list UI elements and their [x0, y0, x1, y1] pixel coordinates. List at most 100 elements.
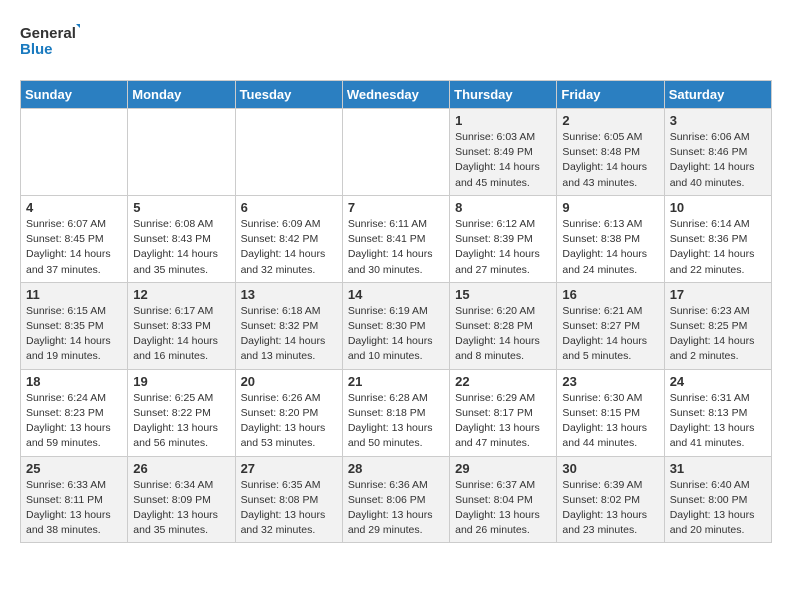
day-number: 6 [241, 200, 337, 215]
calendar-cell: 11 Sunrise: 6:15 AMSunset: 8:35 PMDayligh… [21, 282, 128, 369]
weekday-header-saturday: Saturday [664, 81, 771, 109]
calendar-cell: 28 Sunrise: 6:36 AMSunset: 8:06 PMDayligh… [342, 456, 449, 543]
day-number: 15 [455, 287, 551, 302]
calendar-cell: 20Sunrise: 6:26 AMSunset: 8:20 PMDayligh… [235, 369, 342, 456]
day-info: Sunrise: 6:40 AMSunset: 8:00 PMDaylight:… [670, 478, 766, 539]
day-info: Sunrise: 6:33 AMSunset: 8:11 PMDaylight:… [26, 478, 122, 539]
calendar-week-row: 18 Sunrise: 6:24 AMSunset: 8:23 PMDayligh… [21, 369, 772, 456]
day-number: 12 [133, 287, 229, 302]
page-header: General Blue [20, 20, 772, 64]
day-info: Sunrise: 6:28 AMSunset: 8:18 PMDaylight:… [348, 391, 444, 452]
weekday-header-row: SundayMondayTuesdayWednesdayThursdayFrid… [21, 81, 772, 109]
day-number: 31 [670, 461, 766, 476]
calendar-cell: 12 Sunrise: 6:17 AMSunset: 8:33 PMDayligh… [128, 282, 235, 369]
day-number: 21 [348, 374, 444, 389]
day-info: Sunrise: 6:36 AMSunset: 8:06 PMDaylight:… [348, 478, 444, 539]
day-info: Sunrise: 6:30 AMSunset: 8:15 PMDaylight:… [562, 391, 658, 452]
day-number: 19 [133, 374, 229, 389]
day-number: 8 [455, 200, 551, 215]
day-number: 9 [562, 200, 658, 215]
day-number: 29 [455, 461, 551, 476]
calendar-cell [128, 109, 235, 196]
weekday-header-friday: Friday [557, 81, 664, 109]
day-info: Sunrise: 6:31 AMSunset: 8:13 PMDaylight:… [670, 391, 766, 452]
calendar-week-row: 4 Sunrise: 6:07 AMSunset: 8:45 PMDaylight… [21, 195, 772, 282]
day-number: 4 [26, 200, 122, 215]
day-number: 13 [241, 287, 337, 302]
day-number: 17 [670, 287, 766, 302]
day-info: Sunrise: 6:23 AMSunset: 8:25 PMDaylight:… [670, 304, 766, 365]
day-info: Sunrise: 6:26 AMSunset: 8:20 PMDaylight:… [241, 391, 337, 452]
day-info: Sunrise: 6:24 AMSunset: 8:23 PMDaylight:… [26, 391, 122, 452]
calendar-cell: 22 Sunrise: 6:29 AMSunset: 8:17 PMDayligh… [450, 369, 557, 456]
day-info: Sunrise: 6:17 AMSunset: 8:33 PMDaylight:… [133, 304, 229, 365]
calendar-cell: 8 Sunrise: 6:12 AMSunset: 8:39 PMDaylight… [450, 195, 557, 282]
weekday-header-wednesday: Wednesday [342, 81, 449, 109]
calendar-cell: 30Sunrise: 6:39 AMSunset: 8:02 PMDayligh… [557, 456, 664, 543]
calendar-cell: 13 Sunrise: 6:18 AMSunset: 8:32 PMDayligh… [235, 282, 342, 369]
day-info: Sunrise: 6:11 AMSunset: 8:41 PMDaylight:… [348, 217, 444, 278]
calendar-cell: 14Sunrise: 6:19 AMSunset: 8:30 PMDayligh… [342, 282, 449, 369]
day-number: 11 [26, 287, 122, 302]
calendar-table: SundayMondayTuesdayWednesdayThursdayFrid… [20, 80, 772, 543]
calendar-cell: 7Sunrise: 6:11 AMSunset: 8:41 PMDaylight… [342, 195, 449, 282]
day-number: 1 [455, 113, 551, 128]
day-info: Sunrise: 6:05 AMSunset: 8:48 PMDaylight:… [562, 130, 658, 191]
calendar-cell: 5 Sunrise: 6:08 AMSunset: 8:43 PMDaylight… [128, 195, 235, 282]
day-number: 14 [348, 287, 444, 302]
day-number: 27 [241, 461, 337, 476]
calendar-week-row: 1Sunrise: 6:03 AMSunset: 8:49 PMDaylight… [21, 109, 772, 196]
day-number: 22 [455, 374, 551, 389]
calendar-cell: 16Sunrise: 6:21 AMSunset: 8:27 PMDayligh… [557, 282, 664, 369]
calendar-cell: 26 Sunrise: 6:34 AMSunset: 8:09 PMDayligh… [128, 456, 235, 543]
day-number: 10 [670, 200, 766, 215]
calendar-cell [342, 109, 449, 196]
calendar-cell: 24 Sunrise: 6:31 AMSunset: 8:13 PMDayligh… [664, 369, 771, 456]
day-info: Sunrise: 6:35 AMSunset: 8:08 PMDaylight:… [241, 478, 337, 539]
day-info: Sunrise: 6:09 AMSunset: 8:42 PMDaylight:… [241, 217, 337, 278]
day-number: 3 [670, 113, 766, 128]
day-info: Sunrise: 6:12 AMSunset: 8:39 PMDaylight:… [455, 217, 551, 278]
calendar-cell: 4 Sunrise: 6:07 AMSunset: 8:45 PMDaylight… [21, 195, 128, 282]
day-info: Sunrise: 6:18 AMSunset: 8:32 PMDaylight:… [241, 304, 337, 365]
day-number: 28 [348, 461, 444, 476]
calendar-cell: 27 Sunrise: 6:35 AMSunset: 8:08 PMDayligh… [235, 456, 342, 543]
weekday-header-tuesday: Tuesday [235, 81, 342, 109]
day-info: Sunrise: 6:08 AMSunset: 8:43 PMDaylight:… [133, 217, 229, 278]
calendar-cell: 1Sunrise: 6:03 AMSunset: 8:49 PMDaylight… [450, 109, 557, 196]
calendar-cell: 21 Sunrise: 6:28 AMSunset: 8:18 PMDayligh… [342, 369, 449, 456]
weekday-header-thursday: Thursday [450, 81, 557, 109]
calendar-cell: 3Sunrise: 6:06 AMSunset: 8:46 PMDaylight… [664, 109, 771, 196]
calendar-cell: 18 Sunrise: 6:24 AMSunset: 8:23 PMDayligh… [21, 369, 128, 456]
day-number: 25 [26, 461, 122, 476]
calendar-cell [21, 109, 128, 196]
day-info: Sunrise: 6:20 AMSunset: 8:28 PMDaylight:… [455, 304, 551, 365]
calendar-cell: 9 Sunrise: 6:13 AMSunset: 8:38 PMDaylight… [557, 195, 664, 282]
day-number: 5 [133, 200, 229, 215]
day-info: Sunrise: 6:14 AMSunset: 8:36 PMDaylight:… [670, 217, 766, 278]
weekday-header-monday: Monday [128, 81, 235, 109]
svg-text:General: General [20, 25, 76, 42]
calendar-cell: 25 Sunrise: 6:33 AMSunset: 8:11 PMDayligh… [21, 456, 128, 543]
calendar-cell: 15 Sunrise: 6:20 AMSunset: 8:28 PMDayligh… [450, 282, 557, 369]
calendar-cell: 6 Sunrise: 6:09 AMSunset: 8:42 PMDaylight… [235, 195, 342, 282]
calendar-cell: 2 Sunrise: 6:05 AMSunset: 8:48 PMDaylight… [557, 109, 664, 196]
day-info: Sunrise: 6:34 AMSunset: 8:09 PMDaylight:… [133, 478, 229, 539]
day-info: Sunrise: 6:13 AMSunset: 8:38 PMDaylight:… [562, 217, 658, 278]
calendar-cell [235, 109, 342, 196]
day-number: 23 [562, 374, 658, 389]
weekday-header-sunday: Sunday [21, 81, 128, 109]
day-number: 24 [670, 374, 766, 389]
calendar-week-row: 25 Sunrise: 6:33 AMSunset: 8:11 PMDayligh… [21, 456, 772, 543]
calendar-cell: 31 Sunrise: 6:40 AMSunset: 8:00 PMDayligh… [664, 456, 771, 543]
day-number: 18 [26, 374, 122, 389]
day-number: 2 [562, 113, 658, 128]
day-info: Sunrise: 6:29 AMSunset: 8:17 PMDaylight:… [455, 391, 551, 452]
day-info: Sunrise: 6:07 AMSunset: 8:45 PMDaylight:… [26, 217, 122, 278]
day-info: Sunrise: 6:25 AMSunset: 8:22 PMDaylight:… [133, 391, 229, 452]
day-info: Sunrise: 6:39 AMSunset: 8:02 PMDaylight:… [562, 478, 658, 539]
day-info: Sunrise: 6:37 AMSunset: 8:04 PMDaylight:… [455, 478, 551, 539]
calendar-cell: 29 Sunrise: 6:37 AMSunset: 8:04 PMDayligh… [450, 456, 557, 543]
day-number: 26 [133, 461, 229, 476]
day-info: Sunrise: 6:15 AMSunset: 8:35 PMDaylight:… [26, 304, 122, 365]
